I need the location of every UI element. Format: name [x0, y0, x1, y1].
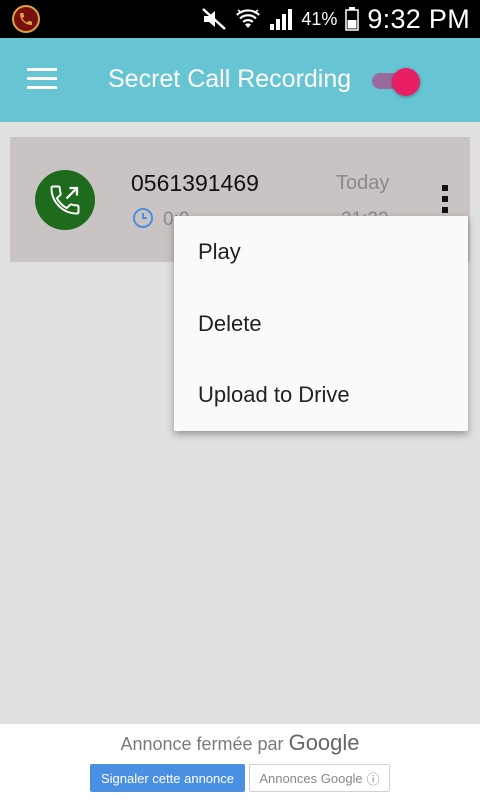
- call-recording-notification-icon: [12, 5, 40, 33]
- menu-item-delete[interactable]: Delete: [174, 288, 468, 360]
- signal-icon: [270, 9, 293, 30]
- ad-banner: Annonce fermée par Google Signaler cette…: [0, 724, 480, 800]
- toggle-thumb: [392, 68, 420, 96]
- status-time: 9:32 PM: [367, 3, 470, 34]
- call-number: 0561391469: [131, 170, 259, 196]
- battery-icon: [345, 7, 360, 31]
- google-logo: Google: [288, 730, 360, 755]
- status-indicators: 41% 9:32 PM: [201, 0, 470, 38]
- call-date: Today: [336, 172, 390, 194]
- overflow-menu-icon[interactable]: [440, 185, 450, 219]
- clock-icon: [133, 208, 153, 228]
- ad-closed-message: Annonce fermée par Google: [0, 730, 480, 756]
- menu-item-upload-to-drive[interactable]: Upload to Drive: [174, 359, 468, 431]
- hamburger-menu-icon[interactable]: [27, 68, 57, 90]
- battery-percent: 41%: [301, 8, 338, 29]
- mute-icon: [202, 8, 227, 30]
- report-ad-button[interactable]: Signaler cette annonce: [90, 764, 245, 792]
- info-icon: ⓘ: [366, 771, 380, 787]
- outgoing-call-icon: [35, 170, 95, 230]
- app-bar: Secret Call Recording: [0, 38, 480, 122]
- recording-toggle[interactable]: [370, 68, 420, 96]
- menu-item-play[interactable]: Play: [174, 216, 468, 288]
- google-ads-button[interactable]: Annonces Google ⓘ: [249, 764, 390, 792]
- ad-closed-label: Annonce fermée par: [120, 734, 284, 754]
- app-title: Secret Call Recording: [108, 65, 352, 93]
- google-ads-label: Annonces Google: [259, 770, 363, 786]
- context-menu: Play Delete Upload to Drive: [174, 216, 468, 431]
- status-bar: 41% 9:32 PM: [0, 0, 480, 38]
- wifi-icon: [236, 9, 261, 28]
